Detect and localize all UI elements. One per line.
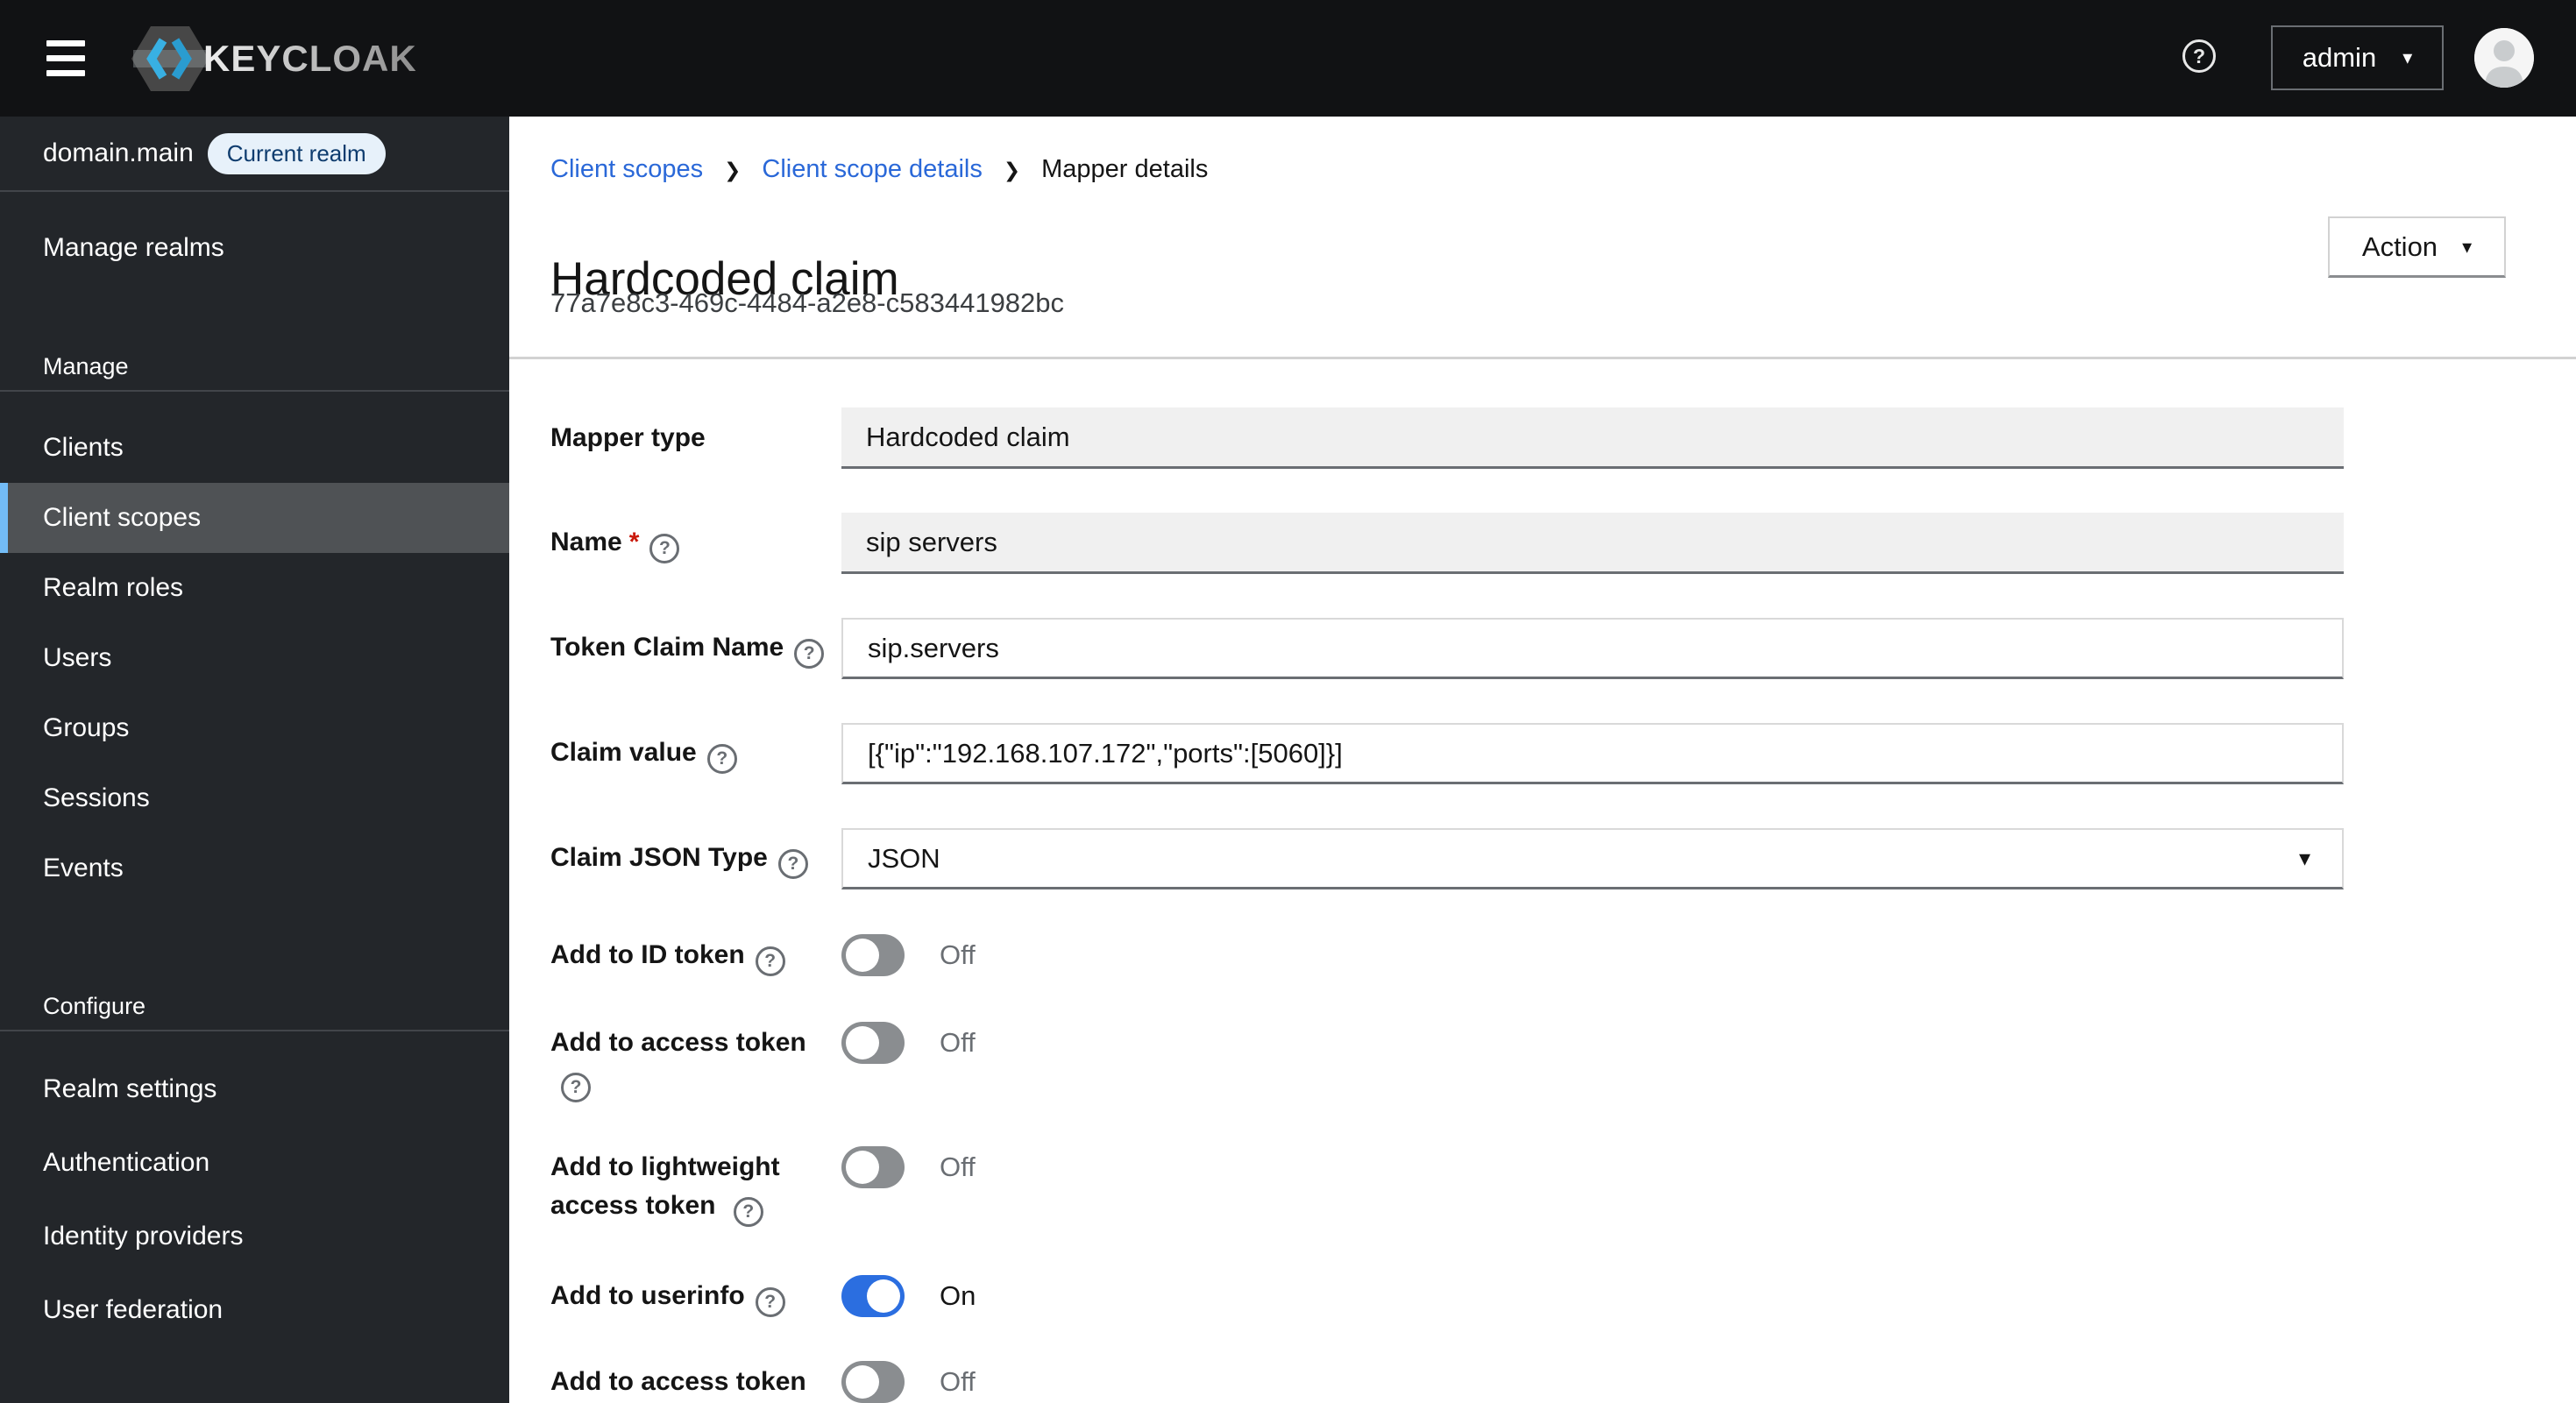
help-icon[interactable]: ? [777, 849, 808, 879]
field-label-add-to-id-token: Add to ID token? [550, 936, 841, 976]
claim-value-input[interactable] [841, 723, 2344, 784]
field-label-add-to-access-token-2: Add to access token [550, 1367, 806, 1396]
form-row-claim-value: Claim value? [550, 723, 2344, 784]
toggle-state-label: Off [940, 1027, 976, 1058]
form-row-add-to-lightweight-access-token: Add to lightweight access token ? Off [550, 1146, 2344, 1227]
sidebar-item-manage-realms[interactable]: Manage realms [0, 213, 509, 283]
token-claim-name-input[interactable] [841, 618, 2344, 679]
form-row-add-to-id-token: Add to ID token? Off [550, 934, 2344, 976]
user-menu-button[interactable]: admin ▾ [2271, 25, 2444, 90]
nav-group-configure: Realm settings Authentication Identity p… [0, 1031, 509, 1347]
caret-down-icon: ▾ [2462, 235, 2473, 258]
current-realm-badge: Current realm [207, 132, 386, 174]
caret-down-icon: ▾ [2298, 845, 2310, 871]
caret-down-icon: ▾ [2402, 46, 2413, 68]
nav-toggle-button[interactable] [46, 40, 85, 76]
realm-selector[interactable]: domain.main Current realm [0, 117, 509, 192]
form-row-claim-json-type: Claim JSON Type? JSON ▾ [550, 828, 2344, 889]
keycloak-logo-mark-icon [131, 26, 209, 91]
add-to-access-token-toggle[interactable] [841, 1022, 905, 1064]
form-row-name: Name *? [550, 513, 2344, 574]
realm-name: domain.main [43, 138, 194, 167]
user-avatar-icon [2474, 28, 2534, 88]
help-icon[interactable]: ? [755, 1287, 785, 1317]
keycloak-admin-console: KEYCLOAK ? admin ▾ domain.main Current r… [0, 0, 2576, 1403]
form-row-add-to-access-token-2: Add to access token Off [550, 1361, 2344, 1403]
field-label-add-to-userinfo: Add to userinfo? [550, 1277, 841, 1317]
keycloak-logo: KEYCLOAK [131, 25, 417, 93]
toggle-state-label: Off [940, 1151, 976, 1182]
add-to-lightweight-access-token-toggle[interactable] [841, 1146, 905, 1188]
help-icon[interactable]: ? [561, 1073, 591, 1102]
masthead: KEYCLOAK ? admin ▾ [0, 0, 2576, 117]
page-subtitle: 77a7e8c3-469c-4484-a2e8-c583441982bc [550, 287, 1065, 318]
sidebar-item-user-federation[interactable]: User federation [0, 1273, 509, 1347]
action-menu-button[interactable]: Action ▾ [2328, 216, 2506, 278]
brand-text: KEYCLOAK [203, 38, 417, 79]
required-asterisk: * [628, 528, 640, 556]
name-input[interactable] [841, 513, 2344, 574]
section-label-manage: Manage [0, 343, 509, 392]
form-row-token-claim-name: Token Claim Name? [550, 618, 2344, 679]
nav-group-manage: Clients Client scopes Realm roles Users … [0, 392, 509, 903]
help-icon[interactable]: ? [794, 639, 825, 669]
field-label-claim-json-type: Claim JSON Type? [550, 839, 841, 879]
field-label-add-to-access-token: Add to access token ? [550, 1024, 841, 1102]
sidebar-item-authentication[interactable]: Authentication [0, 1126, 509, 1200]
breadcrumb-link-client-scopes[interactable]: Client scopes [550, 155, 703, 184]
form-row-add-to-userinfo: Add to userinfo? On [550, 1275, 2344, 1317]
section-label-configure: Configure [0, 982, 509, 1031]
sidebar-item-realm-roles[interactable]: Realm roles [0, 553, 509, 623]
sidebar: domain.main Current realm Manage realms … [0, 117, 509, 1403]
field-label-claim-value: Claim value? [550, 733, 841, 774]
sidebar-item-clients[interactable]: Clients [0, 413, 509, 483]
form-row-mapper-type: Mapper type [550, 407, 2344, 469]
field-label-add-to-lightweight-access-token: Add to lightweight access token ? [550, 1148, 841, 1227]
header-divider [509, 357, 2576, 359]
claim-json-type-select[interactable]: JSON ▾ [841, 828, 2344, 889]
add-to-id-token-toggle[interactable] [841, 934, 905, 976]
field-label-token-claim-name: Token Claim Name? [550, 628, 841, 669]
help-icon[interactable]: ? [706, 744, 737, 774]
sidebar-item-sessions[interactable]: Sessions [0, 763, 509, 833]
form-row-add-to-access-token: Add to access token ? Off [550, 1022, 2344, 1102]
sidebar-item-events[interactable]: Events [0, 833, 509, 903]
toggle-state-label: On [940, 1280, 976, 1311]
hamburger-icon [46, 40, 85, 46]
mapper-type-input[interactable] [841, 407, 2344, 469]
help-icon[interactable]: ? [733, 1197, 763, 1227]
sidebar-item-realm-settings[interactable]: Realm settings [0, 1052, 509, 1126]
sidebar-item-client-scopes[interactable]: Client scopes [0, 483, 509, 553]
help-icon[interactable]: ? [755, 946, 785, 976]
toggle-state-label: Off [940, 1366, 976, 1397]
user-name: admin [2302, 42, 2377, 73]
add-to-userinfo-toggle[interactable] [841, 1275, 905, 1317]
sidebar-item-groups[interactable]: Groups [0, 693, 509, 763]
help-icon[interactable]: ? [2182, 39, 2216, 73]
breadcrumb-link-client-scope-details[interactable]: Client scope details [762, 155, 982, 184]
sidebar-item-identity-providers[interactable]: Identity providers [0, 1200, 509, 1273]
chevron-right-icon: ❯ [724, 159, 742, 181]
help-icon[interactable]: ? [649, 534, 680, 563]
sidebar-item-users[interactable]: Users [0, 623, 509, 693]
chevron-right-icon: ❯ [1003, 159, 1021, 181]
toggle-state-label: Off [940, 939, 976, 970]
add-to-access-token-2-toggle[interactable] [841, 1361, 905, 1403]
field-label-mapper-type: Mapper type [550, 423, 706, 452]
field-label-name: Name *? [550, 523, 841, 563]
breadcrumb-current: Mapper details [1041, 155, 1209, 183]
avatar[interactable] [2474, 28, 2534, 88]
breadcrumb: Client scopes ❯ Client scope details ❯ M… [550, 155, 1208, 184]
